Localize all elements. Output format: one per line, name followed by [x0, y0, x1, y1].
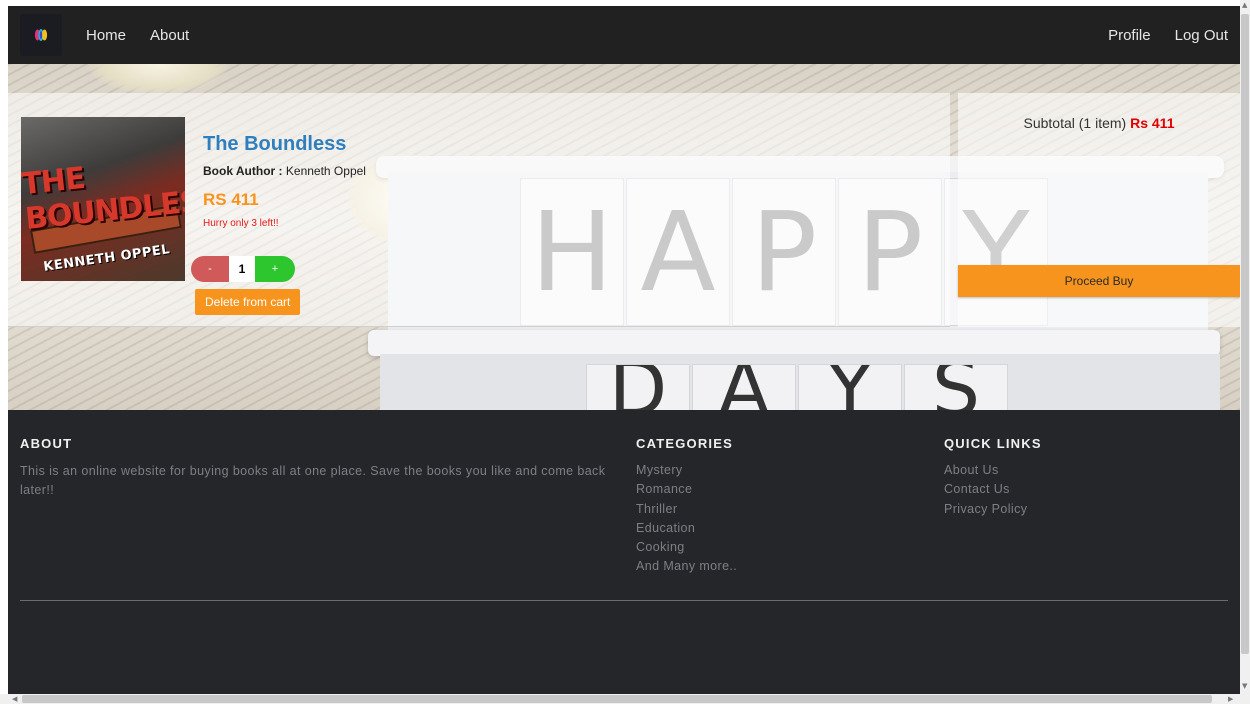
hero-background-image: H A P P Y D A Y S THE BOUNDLESS KENNETH … [8, 64, 1240, 410]
bookstore-logo-icon[interactable] [20, 14, 62, 56]
book-price: RS 411 [203, 190, 259, 209]
cart-item-card: THE BOUNDLESS KENNETH OPPEL The Boundles… [8, 93, 950, 327]
letter-tile: Y [798, 364, 902, 410]
book-title[interactable]: The Boundless [203, 133, 366, 156]
footer: ABOUT This is an online website for buyi… [8, 410, 1240, 694]
footer-quick-links-list: About Us Contact Us Privacy Policy [944, 461, 1042, 519]
letter-tile: A [692, 364, 796, 410]
category-link-cooking[interactable]: Cooking [636, 538, 737, 557]
nav-left-links: Home About [86, 27, 189, 44]
scroll-up-arrow-icon[interactable]: ▲ [1242, 1, 1247, 9]
footer-categories-heading: CATEGORIES [636, 436, 733, 451]
book-cover-image[interactable]: THE BOUNDLESS KENNETH OPPEL [21, 117, 185, 281]
category-link-thriller[interactable]: Thriller [636, 500, 737, 519]
nav-home-link[interactable]: Home [86, 27, 126, 44]
subtotal-label: Subtotal (1 item) [1023, 115, 1127, 131]
decrease-quantity-button[interactable]: - [191, 256, 229, 282]
letter-tile: S [904, 364, 1008, 410]
subtotal-amount: Rs 411 [1130, 115, 1175, 131]
scroll-down-arrow-icon[interactable]: ▼ [1242, 682, 1247, 690]
quantity-stepper: - 1 + [191, 256, 295, 282]
nav-about-link[interactable]: About [150, 27, 189, 44]
category-link-romance[interactable]: Romance [636, 480, 737, 499]
browser-viewport: Home About Profile Log Out H A P P Y D A… [8, 6, 1240, 694]
nav-logout-link[interactable]: Log Out [1175, 27, 1228, 44]
subtotal-card: Subtotal (1 item) Rs 411 Proceed Buy [958, 93, 1240, 327]
category-link-mystery[interactable]: Mystery [636, 461, 737, 480]
delete-from-cart-button[interactable]: Delete from cart [195, 289, 301, 315]
footer-about-heading: ABOUT [20, 436, 73, 451]
book-info: The Boundless Book Author : Kenneth Oppe… [203, 133, 366, 229]
navbar: Home About Profile Log Out [8, 6, 1240, 64]
scroll-left-arrow-icon[interactable]: ◀ [12, 695, 17, 703]
quick-link-about-us[interactable]: About Us [944, 461, 1042, 480]
quick-link-privacy-policy[interactable]: Privacy Policy [944, 500, 1042, 519]
category-link-education[interactable]: Education [636, 519, 737, 538]
category-link-more[interactable]: And Many more.. [636, 557, 737, 576]
book-author: Book Author : Kenneth Oppel [203, 164, 366, 178]
horizontal-scrollbar-thumb[interactable] [22, 695, 1212, 703]
footer-about-section: ABOUT This is an online website for buyi… [20, 436, 620, 500]
vertical-scrollbar-thumb[interactable] [1241, 14, 1249, 654]
footer-quick-links-section: QUICK LINKS About Us Contact Us Privacy … [944, 436, 1042, 519]
book-author-name: Kenneth Oppel [285, 164, 366, 178]
letter-tile: D [586, 364, 690, 410]
quantity-input[interactable]: 1 [229, 256, 255, 282]
increase-quantity-button[interactable]: + [255, 256, 295, 282]
book-author-label: Book Author : [203, 164, 283, 178]
quick-link-contact-us[interactable]: Contact Us [944, 480, 1042, 499]
lightbox-middle-rail [368, 330, 1220, 356]
stock-warning: Hurry only 3 left!! [203, 218, 279, 229]
nav-profile-link[interactable]: Profile [1108, 27, 1151, 44]
proceed-buy-button[interactable]: Proceed Buy [958, 265, 1240, 297]
footer-about-text: This is an online website for buying boo… [20, 464, 606, 497]
footer-categories-section: CATEGORIES Mystery Romance Thriller Educ… [636, 436, 737, 577]
nav-right-links: Profile Log Out [1108, 27, 1228, 44]
footer-divider [20, 600, 1228, 601]
subtotal-line: Subtotal (1 item) Rs 411 [958, 115, 1240, 131]
footer-categories-list: Mystery Romance Thriller Education Cooki… [636, 461, 737, 577]
footer-quick-links-heading: QUICK LINKS [944, 436, 1042, 451]
scroll-right-arrow-icon[interactable]: ▶ [1228, 695, 1233, 703]
